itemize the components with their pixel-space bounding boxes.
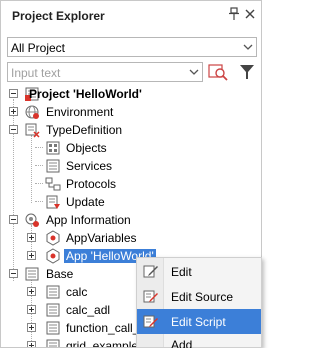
tree-label: Protocols [66,177,117,191]
tree-row-root[interactable]: Project 'HelloWorld' [1,85,261,103]
filter-icon[interactable] [237,62,257,82]
panel-titlebar: Project Explorer [1,1,261,31]
search-input[interactable]: Input text [7,62,203,82]
context-menu-label: Edit Script [171,315,226,329]
tree-label: Update [66,195,105,209]
context-menu-label: Edit Source [171,290,234,304]
context-menu-label: Add [171,338,193,348]
collapse-icon[interactable] [9,215,18,224]
tree-label: Project 'HelloWorld' [29,87,142,101]
tree-row-services[interactable]: Services [1,157,261,175]
context-menu: Edit Edit Source Edit Script Add [136,257,262,348]
app-information-icon [25,213,39,227]
expand-icon[interactable] [9,107,18,116]
app-icon [46,248,60,264]
expand-icon[interactable] [27,305,36,314]
script-icon [46,321,60,335]
context-menu-item-edit-script[interactable]: Edit Script [137,309,261,334]
script-icon [46,303,60,317]
tree-row-environment[interactable]: Environment [1,103,261,121]
edit-source-icon [143,290,158,303]
app-variables-icon [46,230,60,246]
tree-row-typedefinition[interactable]: TypeDefinition [1,121,261,139]
objects-icon [46,141,60,155]
type-definition-icon [25,123,40,138]
tree-row-update[interactable]: Update [1,193,261,211]
script-icon [46,285,60,299]
collapse-icon[interactable] [9,89,18,98]
expand-icon[interactable] [27,233,36,242]
collapse-icon[interactable] [9,125,18,134]
tree-label: calc_adl [66,303,111,317]
edit-icon [143,265,158,278]
expand-icon[interactable] [27,341,36,347]
collapse-icon[interactable] [9,269,18,278]
tree-label: Objects [66,141,107,155]
tree-row-app-information[interactable]: App Information [1,211,261,229]
chevron-down-icon[interactable] [189,67,199,77]
context-menu-label: Edit [171,265,192,279]
script-icon [46,339,60,347]
tree-row-objects[interactable]: Objects [1,139,261,157]
context-menu-item-add[interactable]: Add [137,334,261,348]
protocols-icon [45,177,61,191]
tree-row-protocols[interactable]: Protocols [1,175,261,193]
chevron-down-icon [243,44,253,50]
expand-icon[interactable] [27,251,36,260]
pin-icon[interactable] [228,7,240,21]
expand-icon[interactable] [27,287,36,296]
panel-title: Project Explorer [12,9,105,23]
search-icon[interactable] [207,62,229,82]
context-menu-item-edit[interactable]: Edit [137,259,261,284]
environment-icon [25,105,39,119]
expand-icon[interactable] [27,323,36,332]
tree-label: App Information [46,213,131,227]
tree-label: calc [66,285,88,299]
tree-label: Services [66,159,113,173]
scope-select-value: All Project [11,41,66,55]
tree-label: TypeDefinition [46,123,123,137]
base-icon [25,267,39,281]
tree-label: Environment [46,105,114,119]
tree-label: grid_example [66,339,139,348]
services-icon [46,159,60,173]
tree-label: AppVariables [66,231,137,245]
tree-row-app-variables[interactable]: AppVariables [1,229,261,247]
close-icon[interactable] [244,7,256,21]
tree-label: Base [46,267,74,281]
update-icon [46,195,60,209]
tree-label: function_call_ [66,321,140,335]
context-menu-item-edit-source[interactable]: Edit Source [137,284,261,309]
edit-script-icon [143,315,158,328]
scope-select[interactable]: All Project [7,37,257,57]
search-placeholder: Input text [11,66,61,80]
